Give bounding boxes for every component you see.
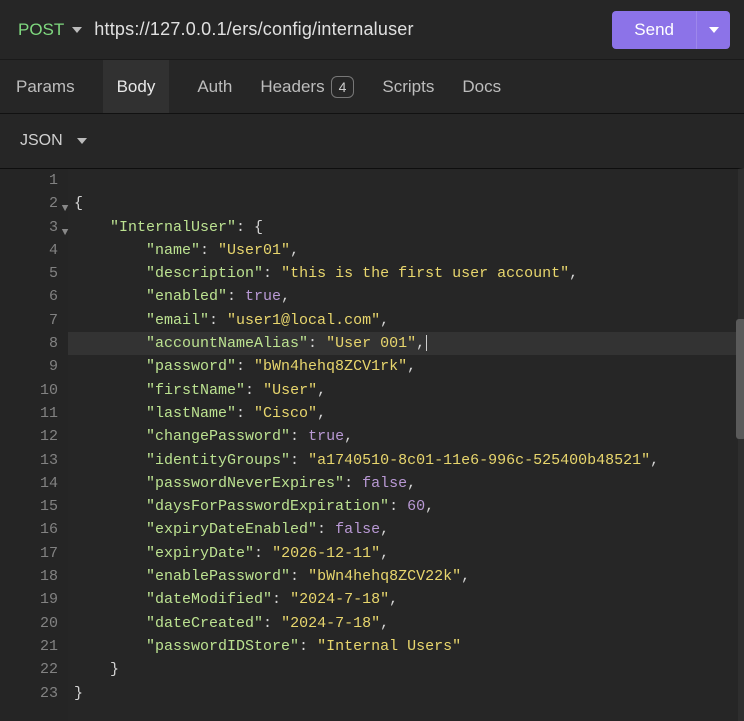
- code-line[interactable]: "enablePassword": "bWn4hehq8ZCV22k",: [68, 565, 738, 588]
- line-number: 19: [0, 588, 68, 611]
- code-line[interactable]: "firstName": "User",: [68, 379, 738, 402]
- line-number: 20: [0, 612, 68, 635]
- line-number: 16: [0, 518, 68, 541]
- code-line[interactable]: }: [68, 658, 738, 681]
- code-line[interactable]: "daysForPasswordExpiration": 60,: [68, 495, 738, 518]
- chevron-down-icon: [77, 138, 87, 144]
- line-number: 3▼: [0, 216, 68, 239]
- line-number: 14: [0, 472, 68, 495]
- method-label: POST: [18, 20, 64, 40]
- tab-body[interactable]: Body: [103, 60, 170, 113]
- line-number: 7: [0, 309, 68, 332]
- method-selector[interactable]: POST: [18, 20, 82, 40]
- editor-gutter: 12▼3▼4567891011121314151617181920212223: [0, 169, 68, 721]
- line-number: 18: [0, 565, 68, 588]
- line-number: 22: [0, 658, 68, 681]
- code-line[interactable]: "expiryDate": "2026-12-11",: [68, 542, 738, 565]
- tab-auth[interactable]: Auth: [197, 77, 232, 97]
- send-button[interactable]: Send: [612, 11, 730, 49]
- code-line[interactable]: "name": "User01",: [68, 239, 738, 262]
- line-number: 8: [0, 332, 68, 355]
- chevron-down-icon: [709, 27, 719, 33]
- line-number: 4: [0, 239, 68, 262]
- tab-docs[interactable]: Docs: [462, 77, 501, 97]
- code-line[interactable]: "changePassword": true,: [68, 425, 738, 448]
- headers-badge: 4: [331, 76, 355, 98]
- request-tabs: Params Body Auth Headers 4 Scripts Docs: [0, 60, 744, 114]
- code-line[interactable]: "password": "bWn4hehq8ZCV1rk",: [68, 355, 738, 378]
- code-line[interactable]: "email": "user1@local.com",: [68, 309, 738, 332]
- line-number: 1: [0, 169, 68, 192]
- code-line[interactable]: "passwordIDStore": "Internal Users": [68, 635, 738, 658]
- code-line[interactable]: "expiryDateEnabled": false,: [68, 518, 738, 541]
- code-line[interactable]: "description": "this is the first user a…: [68, 262, 738, 285]
- tab-headers[interactable]: Headers 4: [260, 76, 354, 98]
- line-number: 9: [0, 355, 68, 378]
- request-bar: POST https://127.0.0.1/ers/config/intern…: [0, 0, 744, 60]
- line-number: 11: [0, 402, 68, 425]
- line-number: 21: [0, 635, 68, 658]
- code-line[interactable]: "lastName": "Cisco",: [68, 402, 738, 425]
- url-input[interactable]: https://127.0.0.1/ers/config/internaluse…: [94, 19, 600, 40]
- body-format-bar: JSON: [0, 114, 744, 168]
- code-line[interactable]: [68, 169, 738, 192]
- code-line[interactable]: "identityGroups": "a1740510-8c01-11e6-99…: [68, 449, 738, 472]
- send-button-label: Send: [612, 20, 696, 40]
- line-number: 17: [0, 542, 68, 565]
- line-number: 12: [0, 425, 68, 448]
- line-number: 2▼: [0, 192, 68, 215]
- tab-params[interactable]: Params: [16, 77, 75, 97]
- code-line[interactable]: "dateCreated": "2024-7-18",: [68, 612, 738, 635]
- code-line[interactable]: "enabled": true,: [68, 285, 738, 308]
- chevron-down-icon: [72, 27, 82, 33]
- send-options-toggle[interactable]: [696, 11, 730, 49]
- code-line[interactable]: {: [68, 192, 738, 215]
- code-line[interactable]: "dateModified": "2024-7-18",: [68, 588, 738, 611]
- editor-code[interactable]: { "InternalUser": { "name": "User01", "d…: [68, 169, 738, 721]
- scrollbar-thumb[interactable]: [736, 319, 744, 439]
- format-label: JSON: [20, 132, 63, 150]
- line-number: 5: [0, 262, 68, 285]
- line-number: 10: [0, 379, 68, 402]
- tab-scripts[interactable]: Scripts: [382, 77, 434, 97]
- line-number: 13: [0, 449, 68, 472]
- code-line[interactable]: }: [68, 682, 738, 705]
- line-number: 15: [0, 495, 68, 518]
- line-number: 6: [0, 285, 68, 308]
- code-line[interactable]: "accountNameAlias": "User 001",: [68, 332, 738, 355]
- format-selector[interactable]: JSON: [20, 132, 87, 150]
- code-editor[interactable]: 12▼3▼4567891011121314151617181920212223 …: [0, 168, 744, 721]
- code-line[interactable]: "InternalUser": {: [68, 216, 738, 239]
- line-number: 23: [0, 682, 68, 705]
- code-line[interactable]: "passwordNeverExpires": false,: [68, 472, 738, 495]
